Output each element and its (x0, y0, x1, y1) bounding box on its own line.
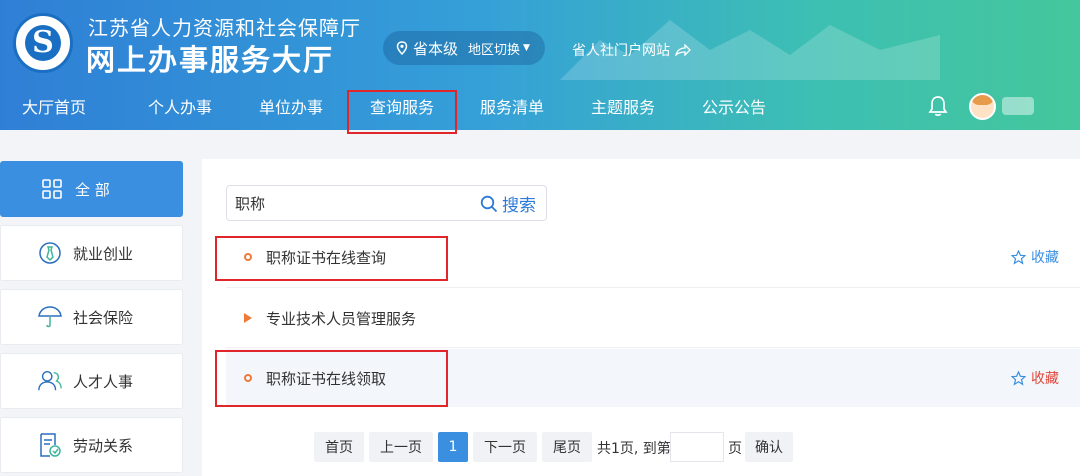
people-icon (37, 368, 63, 394)
region-switch-label[interactable]: 地区切换 (468, 39, 520, 58)
favorite-button[interactable]: 收藏 (1011, 368, 1059, 388)
portal-link[interactable]: 省人社门户网站 (572, 40, 691, 60)
nav-home[interactable]: 大厅首页 (22, 94, 86, 118)
search-button-label: 搜索 (502, 196, 536, 216)
umbrella-icon (37, 304, 63, 330)
page-number-input[interactable] (670, 432, 724, 462)
divider (226, 287, 1080, 288)
username-redacted[interactable] (1002, 97, 1034, 115)
nav-query-service[interactable]: 查询服务 (370, 94, 434, 118)
sidebar-item-talent[interactable]: 人才人事 (0, 353, 183, 409)
location-pin-icon (396, 41, 408, 55)
grid-icon (39, 176, 65, 202)
pagination-next-button[interactable]: 下一页 (473, 432, 537, 462)
document-icon (37, 432, 63, 458)
pagination-prev-button[interactable]: 上一页 (369, 432, 433, 462)
region-level: 省本级 (413, 39, 459, 58)
list-item-title[interactable]: 职称证书在线查询 (266, 247, 386, 268)
portal-link-label: 省人社门户网站 (572, 43, 670, 59)
favorite-label: 收藏 (1031, 250, 1059, 266)
caret-right-icon (244, 313, 252, 323)
pagination-page-1[interactable]: 1 (438, 432, 468, 462)
pagination-last-button[interactable]: 尾页 (542, 432, 592, 462)
sidebar-item-label: 就业创业 (73, 244, 134, 263)
nav-topic-service[interactable]: 主题服务 (591, 94, 655, 118)
search-icon (480, 195, 498, 212)
site-logo[interactable]: S (13, 13, 73, 73)
search-input[interactable] (235, 192, 475, 214)
nav-announcements[interactable]: 公示公告 (702, 94, 766, 118)
share-arrow-icon (675, 44, 691, 56)
circle-bullet-icon (244, 374, 252, 382)
bell-icon[interactable] (928, 95, 948, 117)
pagination-summary: 共1页, 到第 (597, 441, 671, 457)
sidebar-item-label: 人才人事 (73, 372, 134, 391)
sidebar-item-social-insurance[interactable]: 社会保险 (0, 289, 183, 345)
search-box: 搜索 (226, 185, 547, 221)
sidebar-item-label: 劳动关系 (73, 436, 134, 455)
list-item[interactable]: 职称证书在线查询 收藏 (226, 228, 1080, 286)
region-selector[interactable]: 省本级 地区切换 ▼ (383, 31, 545, 65)
star-icon (1011, 249, 1026, 265)
nav-service-list[interactable]: 服务清单 (480, 94, 544, 118)
avatar[interactable] (969, 93, 996, 120)
caret-down-icon: ▼ (523, 43, 530, 53)
sidebar-item-label: 全 部 (75, 180, 110, 199)
tie-icon (37, 240, 63, 266)
sidebar-item-all[interactable]: 全 部 (0, 161, 183, 217)
divider (226, 347, 1080, 348)
favorite-label: 收藏 (1031, 371, 1059, 387)
nav-organization[interactable]: 单位办事 (259, 94, 323, 118)
star-icon (1011, 370, 1026, 386)
favorite-button[interactable]: 收藏 (1011, 247, 1059, 267)
list-item-title[interactable]: 专业技术人员管理服务 (266, 308, 416, 329)
list-item-title[interactable]: 职称证书在线领取 (266, 368, 386, 389)
list-item[interactable]: 职称证书在线领取 收藏 (226, 349, 1080, 407)
circle-bullet-icon (244, 253, 252, 261)
nav-personal[interactable]: 个人办事 (148, 94, 212, 118)
pagination-first-button[interactable]: 首页 (314, 432, 364, 462)
main-nav: 大厅首页 个人办事 单位办事 查询服务 服务清单 主题服务 公示公告 (0, 84, 1080, 128)
list-item[interactable]: 专业技术人员管理服务 (226, 289, 1080, 347)
site-title: 网上办事服务大厅 (86, 43, 335, 77)
pagination-page-unit: 页 (728, 441, 742, 457)
pagination-confirm-button[interactable]: 确认 (745, 432, 793, 462)
sidebar-item-employment[interactable]: 就业创业 (0, 225, 183, 281)
sidebar-item-labor-relations[interactable]: 劳动关系 (0, 417, 183, 473)
sidebar-item-label: 社会保险 (73, 308, 134, 327)
search-button[interactable]: 搜索 (480, 191, 536, 216)
